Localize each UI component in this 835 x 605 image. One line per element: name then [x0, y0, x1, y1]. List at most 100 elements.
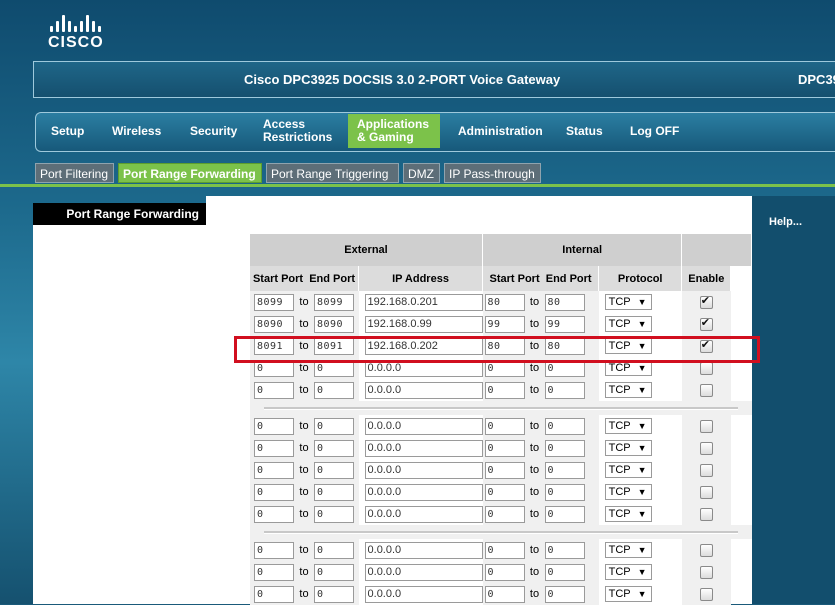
- int-start-port-input[interactable]: 80: [484, 293, 525, 311]
- int-start-port-input[interactable]: 0: [484, 563, 525, 581]
- nav-item-security[interactable]: Security: [190, 125, 237, 138]
- ip-address-input[interactable]: 0.0.0.0: [364, 505, 483, 523]
- ext-end-port-input[interactable]: 0: [314, 563, 354, 581]
- int-end-port-input[interactable]: 0: [544, 563, 585, 581]
- tab-port-range-triggering[interactable]: Port Range Triggering: [266, 163, 399, 183]
- enable-checkbox[interactable]: [699, 441, 713, 455]
- protocol-select[interactable]: TCP ▼: [604, 294, 652, 310]
- nav-item-logoff[interactable]: Log OFF: [630, 125, 679, 138]
- ip-address-input[interactable]: 0.0.0.0: [364, 381, 483, 399]
- dropdown-arrow-icon: ▼: [637, 443, 647, 453]
- nav-item-administration[interactable]: Administration: [458, 125, 543, 138]
- ip-address-input[interactable]: 192.168.0.99: [364, 315, 483, 333]
- enable-checkbox[interactable]: [699, 361, 713, 375]
- ext-start-port-input[interactable]: 0: [254, 381, 294, 399]
- int-end-port-input[interactable]: 80: [544, 293, 585, 311]
- int-end-port-input[interactable]: 0: [544, 417, 585, 435]
- enable-checkbox[interactable]: [699, 294, 713, 309]
- enable-checkbox[interactable]: [699, 419, 713, 433]
- int-start-port-input[interactable]: 99: [484, 315, 525, 333]
- tab-port-range-forwarding[interactable]: Port Range Forwarding: [118, 163, 262, 183]
- help-link[interactable]: Help...: [769, 216, 802, 228]
- nav-item-setup[interactable]: Setup: [51, 125, 84, 138]
- ext-start-port-input[interactable]: 0: [254, 585, 294, 603]
- protocol-select[interactable]: TCP ▼: [604, 382, 652, 398]
- protocol-select[interactable]: TCP ▼: [604, 586, 652, 602]
- int-end-port-input[interactable]: 0: [544, 483, 585, 501]
- enable-checkbox[interactable]: [699, 463, 713, 477]
- ip-address-input[interactable]: 0.0.0.0: [364, 483, 483, 501]
- int-start-port-input[interactable]: 0: [484, 417, 525, 435]
- protocol-select[interactable]: TCP ▼: [604, 462, 652, 478]
- enable-checkbox[interactable]: [699, 543, 713, 557]
- tab-ip-pass-through[interactable]: IP Pass-through: [444, 163, 541, 183]
- enable-checkbox[interactable]: [699, 507, 713, 521]
- ip-address-input[interactable]: 0.0.0.0: [364, 585, 483, 603]
- dropdown-arrow-icon: ▼: [637, 421, 647, 431]
- ip-address-input[interactable]: 0.0.0.0: [364, 439, 483, 457]
- int-end-port-input[interactable]: 0: [544, 461, 585, 479]
- int-end-port-input[interactable]: 0: [544, 541, 585, 559]
- nav-item-status[interactable]: Status: [566, 125, 603, 138]
- group-header-internal: Internal: [482, 234, 683, 266]
- ip-address-input[interactable]: 0.0.0.0: [364, 461, 483, 479]
- enable-checkbox[interactable]: [699, 565, 713, 579]
- enable-checkbox[interactable]: [699, 587, 713, 601]
- ext-end-port-input[interactable]: 8090: [314, 315, 354, 333]
- protocol-select[interactable]: TCP ▼: [604, 542, 652, 558]
- nav-item-wireless[interactable]: Wireless: [112, 125, 161, 138]
- col-protocol: Protocol: [598, 266, 683, 291]
- enable-checkbox[interactable]: [699, 316, 713, 331]
- enable-checkbox[interactable]: [699, 485, 713, 499]
- ext-end-port-input[interactable]: 0: [314, 585, 354, 603]
- ip-address-input[interactable]: 0.0.0.0: [364, 563, 483, 581]
- ext-end-port-input[interactable]: 0: [314, 417, 354, 435]
- ext-end-port-input[interactable]: 0: [314, 461, 354, 479]
- ip-address-input[interactable]: 0.0.0.0: [364, 541, 483, 559]
- ext-start-port-input[interactable]: 0: [254, 563, 294, 581]
- int-start-port-input[interactable]: 0: [484, 541, 525, 559]
- ip-address-input[interactable]: 0.0.0.0: [364, 417, 483, 435]
- ext-end-port-input[interactable]: 0: [314, 439, 354, 457]
- int-start-port-input[interactable]: 0: [484, 439, 525, 457]
- help-panel: Help...: [752, 196, 835, 604]
- int-start-port-input[interactable]: 0: [484, 483, 525, 501]
- protocol-select[interactable]: TCP ▼: [604, 418, 652, 434]
- int-end-port-input[interactable]: 99: [544, 315, 585, 333]
- ext-end-port-input[interactable]: 0: [314, 381, 354, 399]
- ext-start-port-input[interactable]: 0: [254, 461, 294, 479]
- int-end-port-input[interactable]: 0: [544, 505, 585, 523]
- ext-start-port-input[interactable]: 0: [254, 505, 294, 523]
- title-bar: Cisco DPC3925 DOCSIS 3.0 2-PORT Voice Ga…: [33, 61, 835, 98]
- tab-dmz[interactable]: DMZ: [403, 163, 440, 183]
- int-start-port-input[interactable]: 0: [484, 585, 525, 603]
- protocol-select[interactable]: TCP ▼: [604, 506, 652, 522]
- protocol-select[interactable]: TCP ▼: [604, 564, 652, 580]
- ext-start-port-input[interactable]: 0: [254, 483, 294, 501]
- ext-end-port-input[interactable]: 0: [314, 483, 354, 501]
- int-start-port-input[interactable]: 0: [484, 461, 525, 479]
- protocol-select[interactable]: TCP ▼: [604, 484, 652, 500]
- ext-start-port-input[interactable]: 8099: [254, 293, 294, 311]
- ext-start-port-input[interactable]: 0: [254, 439, 294, 457]
- ext-start-port-input[interactable]: 0: [254, 417, 294, 435]
- int-end-port-input[interactable]: 0: [544, 381, 585, 399]
- protocol-value: TCP: [608, 544, 631, 556]
- to-label: to: [529, 362, 540, 374]
- ext-start-port-input[interactable]: 0: [254, 541, 294, 559]
- int-start-port-input[interactable]: 0: [484, 381, 525, 399]
- ext-end-port-input[interactable]: 0: [314, 541, 354, 559]
- enable-checkbox[interactable]: [699, 383, 713, 397]
- protocol-select[interactable]: TCP ▼: [604, 440, 652, 456]
- nav-item-applications-gaming[interactable]: Applications & Gaming: [357, 118, 429, 144]
- nav-item-access-restrictions[interactable]: Access Restrictions: [263, 118, 332, 144]
- ext-start-port-input[interactable]: 8090: [254, 315, 294, 333]
- protocol-select[interactable]: TCP ▼: [604, 316, 652, 332]
- int-end-port-input[interactable]: 0: [544, 585, 585, 603]
- ext-end-port-input[interactable]: 8099: [314, 293, 354, 311]
- ip-address-input[interactable]: 192.168.0.201: [364, 293, 483, 311]
- int-end-port-input[interactable]: 0: [544, 439, 585, 457]
- tab-port-filtering[interactable]: Port Filtering: [35, 163, 114, 183]
- ext-end-port-input[interactable]: 0: [314, 505, 354, 523]
- int-start-port-input[interactable]: 0: [484, 505, 525, 523]
